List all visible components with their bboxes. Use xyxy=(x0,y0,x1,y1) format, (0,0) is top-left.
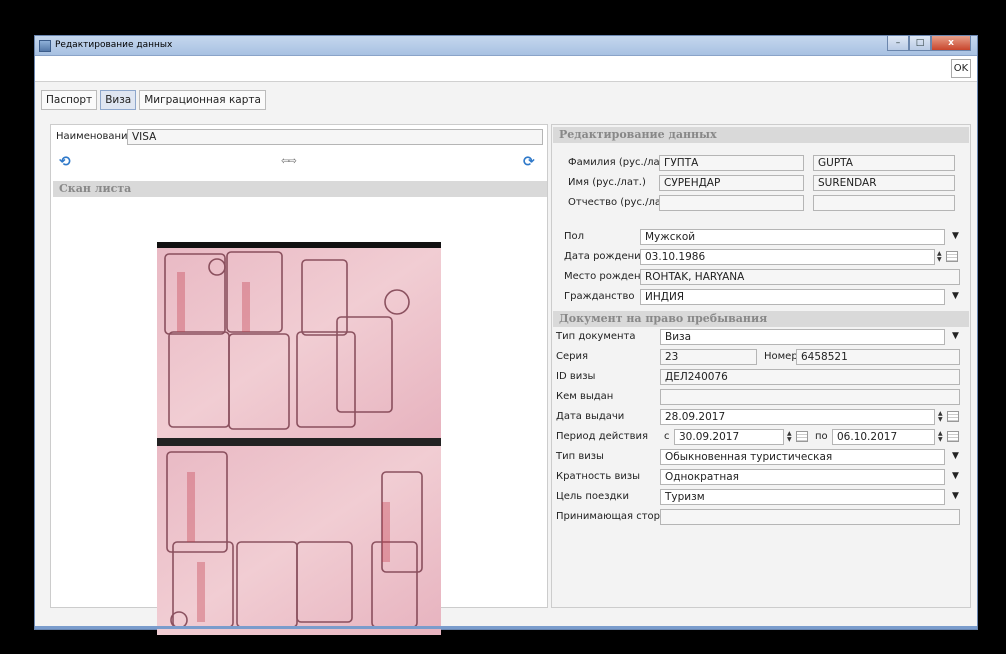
visa-type-select[interactable]: Обыкновенная туристическая xyxy=(660,449,945,465)
issued-by-label: Кем выдан xyxy=(556,391,614,402)
window-title: Редактирование данных xyxy=(55,40,173,50)
sex-select[interactable]: Мужской xyxy=(640,229,945,245)
series-field[interactable]: 23 xyxy=(660,349,757,365)
surname-lat-field[interactable]: GUPTA xyxy=(813,155,955,171)
birthdate-calendar-icon[interactable] xyxy=(946,251,958,262)
doc-type-select[interactable]: Виза xyxy=(660,329,945,345)
validity-label: Период действия xyxy=(556,431,649,442)
scan-panel: Наименование VISA ⟲ ⇦⇨ ⟳ Скан листа xyxy=(50,124,548,635)
toolbar: OK xyxy=(35,56,977,82)
edit-data-header: Редактирование данных xyxy=(553,127,969,143)
birthdate-label: Дата рождения xyxy=(564,251,647,262)
sex-label: Пол xyxy=(564,231,585,242)
valid-to-spinner-icon[interactable]: ▲ ▼ xyxy=(938,431,944,443)
doc-type-label: Тип документа xyxy=(556,331,636,342)
number-label: Номер xyxy=(764,351,798,362)
visa-type-label: Тип визы xyxy=(556,451,604,462)
to-label: по xyxy=(815,431,828,442)
citizenship-label: Гражданство xyxy=(564,291,635,302)
name-field[interactable]: VISA xyxy=(127,129,543,145)
citizenship-select[interactable]: ИНДИЯ xyxy=(640,289,945,305)
issue-date-field[interactable]: 28.09.2017 xyxy=(660,409,935,425)
visa-type-dropdown-icon[interactable]: ▼ xyxy=(952,451,959,461)
multiplicity-label: Кратность визы xyxy=(556,471,641,482)
window-bottom-border xyxy=(35,626,977,629)
maximize-button[interactable]: □ xyxy=(909,36,931,51)
scan-section-header: Скан листа xyxy=(53,181,547,197)
visa-scan-image[interactable] xyxy=(157,242,441,635)
rotate-left-icon[interactable]: ⟲ xyxy=(59,154,71,170)
tab-migration-card[interactable]: Миграционная карта xyxy=(139,90,266,110)
issue-date-label: Дата выдачи xyxy=(556,411,625,422)
issued-by-field[interactable] xyxy=(660,389,960,405)
sex-dropdown-icon[interactable]: ▼ xyxy=(952,231,959,241)
citizenship-dropdown-icon[interactable]: ▼ xyxy=(952,291,959,301)
valid-from-calendar-icon[interactable] xyxy=(796,431,808,442)
minimize-button[interactable]: – xyxy=(887,36,909,51)
name-label: Наименование xyxy=(56,131,134,142)
multiplicity-dropdown-icon[interactable]: ▼ xyxy=(952,471,959,481)
valid-to-field[interactable]: 06.10.2017 xyxy=(832,429,935,445)
multiplicity-select[interactable]: Однократная xyxy=(660,469,945,485)
edit-data-panel: Редактирование данных Фамилия (рус./лат.… xyxy=(551,124,971,608)
surname-label: Фамилия (рус./лат.) xyxy=(568,157,673,168)
issue-date-spinner-icon[interactable]: ▲ ▼ xyxy=(938,411,944,423)
valid-to-calendar-icon[interactable] xyxy=(947,431,959,442)
close-button[interactable]: x xyxy=(931,36,971,51)
birthplace-field[interactable]: ROHTAK, HARYANA xyxy=(640,269,960,285)
purpose-label: Цель поездки xyxy=(556,491,629,502)
birthdate-field[interactable]: 03.10.1986 xyxy=(640,249,935,265)
name-label: Имя (рус./лат.) xyxy=(568,177,646,188)
ok-button[interactable]: OK xyxy=(951,59,971,78)
title-bar[interactable]: Редактирование данных – □ x xyxy=(35,36,977,56)
rotate-right-icon[interactable]: ⟳ xyxy=(523,154,535,170)
patronymic-lat-field[interactable] xyxy=(813,195,955,211)
issue-date-calendar-icon[interactable] xyxy=(947,411,959,422)
document-section-header: Документ на право пребывания xyxy=(553,311,969,327)
tab-passport[interactable]: Паспорт xyxy=(41,90,98,110)
series-label: Серия xyxy=(556,351,588,362)
purpose-select[interactable]: Туризм xyxy=(660,489,945,505)
edit-data-window: Редактирование данных – □ x OK Паспорт В… xyxy=(34,35,978,635)
name-lat-field[interactable]: SURENDAR xyxy=(813,175,955,191)
birthdate-spinner-icon[interactable]: ▲ ▼ xyxy=(937,251,943,263)
tab-visa[interactable]: Виза xyxy=(100,90,137,110)
name-ru-field[interactable]: СУРЕНДАР xyxy=(659,175,804,191)
visa-id-label: ID визы xyxy=(556,371,596,382)
host-field[interactable] xyxy=(660,509,960,525)
visa-id-field[interactable]: ДЕЛ240076 xyxy=(660,369,960,385)
prev-next-arrows-icon[interactable]: ⇦⇨ xyxy=(281,156,297,167)
app-icon xyxy=(39,40,51,52)
doc-type-dropdown-icon[interactable]: ▼ xyxy=(952,331,959,341)
valid-from-field[interactable]: 30.09.2017 xyxy=(674,429,784,445)
from-label: с xyxy=(664,431,670,442)
purpose-dropdown-icon[interactable]: ▼ xyxy=(952,491,959,501)
tab-bar: Паспорт Виза Миграционная карта xyxy=(41,90,266,110)
number-field[interactable]: 6458521 xyxy=(796,349,960,365)
surname-ru-field[interactable]: ГУПТА xyxy=(659,155,804,171)
patronymic-ru-field[interactable] xyxy=(659,195,804,211)
valid-from-spinner-icon[interactable]: ▲ ▼ xyxy=(787,431,793,443)
passport-pages-icon xyxy=(157,242,441,635)
